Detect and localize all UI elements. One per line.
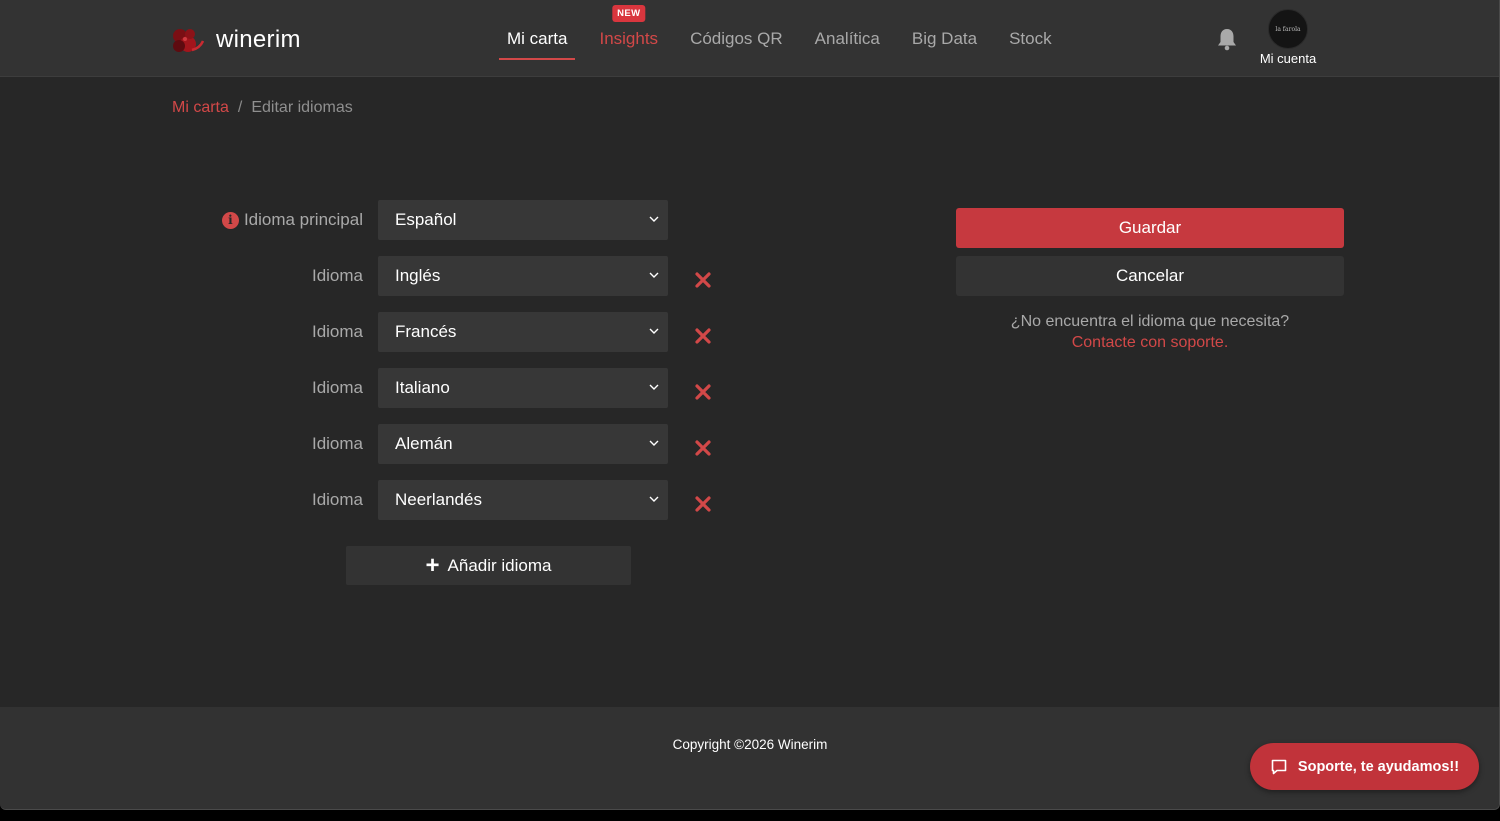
contact-support-link[interactable]: Contacte con soporte. [956,332,1344,353]
remove-language-icon[interactable] [694,495,712,513]
new-badge: NEW [612,5,646,22]
breadcrumb-separator: / [237,99,243,116]
remove-language-icon[interactable] [694,327,712,345]
nav-insights[interactable]: NEW Insights [591,0,666,77]
nav-codigos-qr[interactable]: Códigos QR [682,0,791,77]
nav-stock[interactable]: Stock [1001,0,1060,77]
breadcrumb-link[interactable]: Mi carta [172,99,229,117]
add-language-label: Añadir idioma [447,555,552,575]
save-button[interactable]: Guardar [956,208,1344,248]
breadcrumb: Mi carta / Editar idiomas [172,99,353,117]
help-text: ¿No encuentra el idioma que necesita? Co… [956,311,1344,353]
chevron-down-icon [649,216,659,222]
language-label: Idioma [311,266,363,285]
brand[interactable]: winerim [170,22,301,58]
cancel-button[interactable]: Cancelar [956,256,1344,296]
select-value: Italiano [395,378,450,397]
nav-label: Mi carta [507,28,568,48]
main-language-select[interactable]: Español [378,200,668,240]
remove-language-icon[interactable] [694,271,712,289]
grape-logo-icon [173,29,204,52]
select-value: Inglés [395,266,441,285]
select-value: Español [395,210,457,229]
bell-icon[interactable] [1216,27,1238,51]
main-nav: Mi carta NEW Insights Códigos QR Analíti… [499,0,1076,77]
chevron-down-icon [649,440,659,446]
language-row: Idioma Neerlandés [0,480,760,520]
nav-label: Insights [599,28,659,48]
support-label: Soporte, te ayudamos!! [1297,758,1460,775]
chevron-down-icon [649,328,659,334]
breadcrumb-current: Editar idiomas [251,99,353,116]
top-header: winerim Mi carta NEW Insights Códigos QR… [0,0,1499,77]
language-row: Idioma Alemán [0,424,760,464]
chevron-down-icon [649,496,659,502]
account-menu[interactable]: la farola Mi cuenta [1252,9,1324,66]
language-row: Idioma Francés [0,312,760,352]
support-chat-button[interactable]: Soporte, te ayudamos!! [1250,743,1479,790]
nav-label: Stock [1009,28,1052,48]
nav-label: Códigos QR [690,28,783,48]
language-select[interactable]: Italiano [378,368,668,408]
chevron-down-icon [649,272,659,278]
select-value: Neerlandés [395,490,482,509]
chevron-down-icon [649,384,659,390]
language-row: Idioma Inglés [0,256,760,296]
language-select[interactable]: Neerlandés [378,480,668,520]
help-question: ¿No encuentra el idioma que necesita? [1010,313,1290,330]
language-label: Idioma [311,434,363,453]
main-language-row: i Idioma principal Español [0,200,760,240]
chat-bubble-icon [1271,759,1287,774]
app-window: winerim Mi carta NEW Insights Códigos QR… [0,0,1500,810]
remove-language-icon[interactable] [694,383,712,401]
select-value: Alemán [395,434,453,453]
avatar: la farola [1268,9,1308,49]
language-select[interactable]: Inglés [378,256,668,296]
nav-mi-carta[interactable]: Mi carta [499,0,576,77]
nav-analitica[interactable]: Analítica [807,0,888,77]
language-label: Idioma [311,378,363,397]
plus-icon: + [425,551,440,579]
nav-label: Big Data [911,28,978,48]
avatar-logo-text: la farola [1275,25,1301,33]
nav-big-data[interactable]: Big Data [904,0,985,77]
main-language-label: Idioma principal [243,210,363,229]
remove-language-icon[interactable] [694,439,712,457]
nav-label: Analítica [814,28,880,48]
language-label: Idioma [311,322,363,341]
language-row: Idioma Italiano [0,368,760,408]
language-select[interactable]: Francés [378,312,668,352]
brand-name: winerim [216,26,301,53]
language-select[interactable]: Alemán [378,424,668,464]
main-language-label-wrap: i Idioma principal [221,200,363,240]
info-icon[interactable]: i [221,211,239,229]
select-value: Francés [395,322,457,341]
account-label: Mi cuenta [1259,51,1317,66]
add-language-button[interactable]: + Añadir idioma [346,546,631,585]
language-label: Idioma [311,490,363,509]
